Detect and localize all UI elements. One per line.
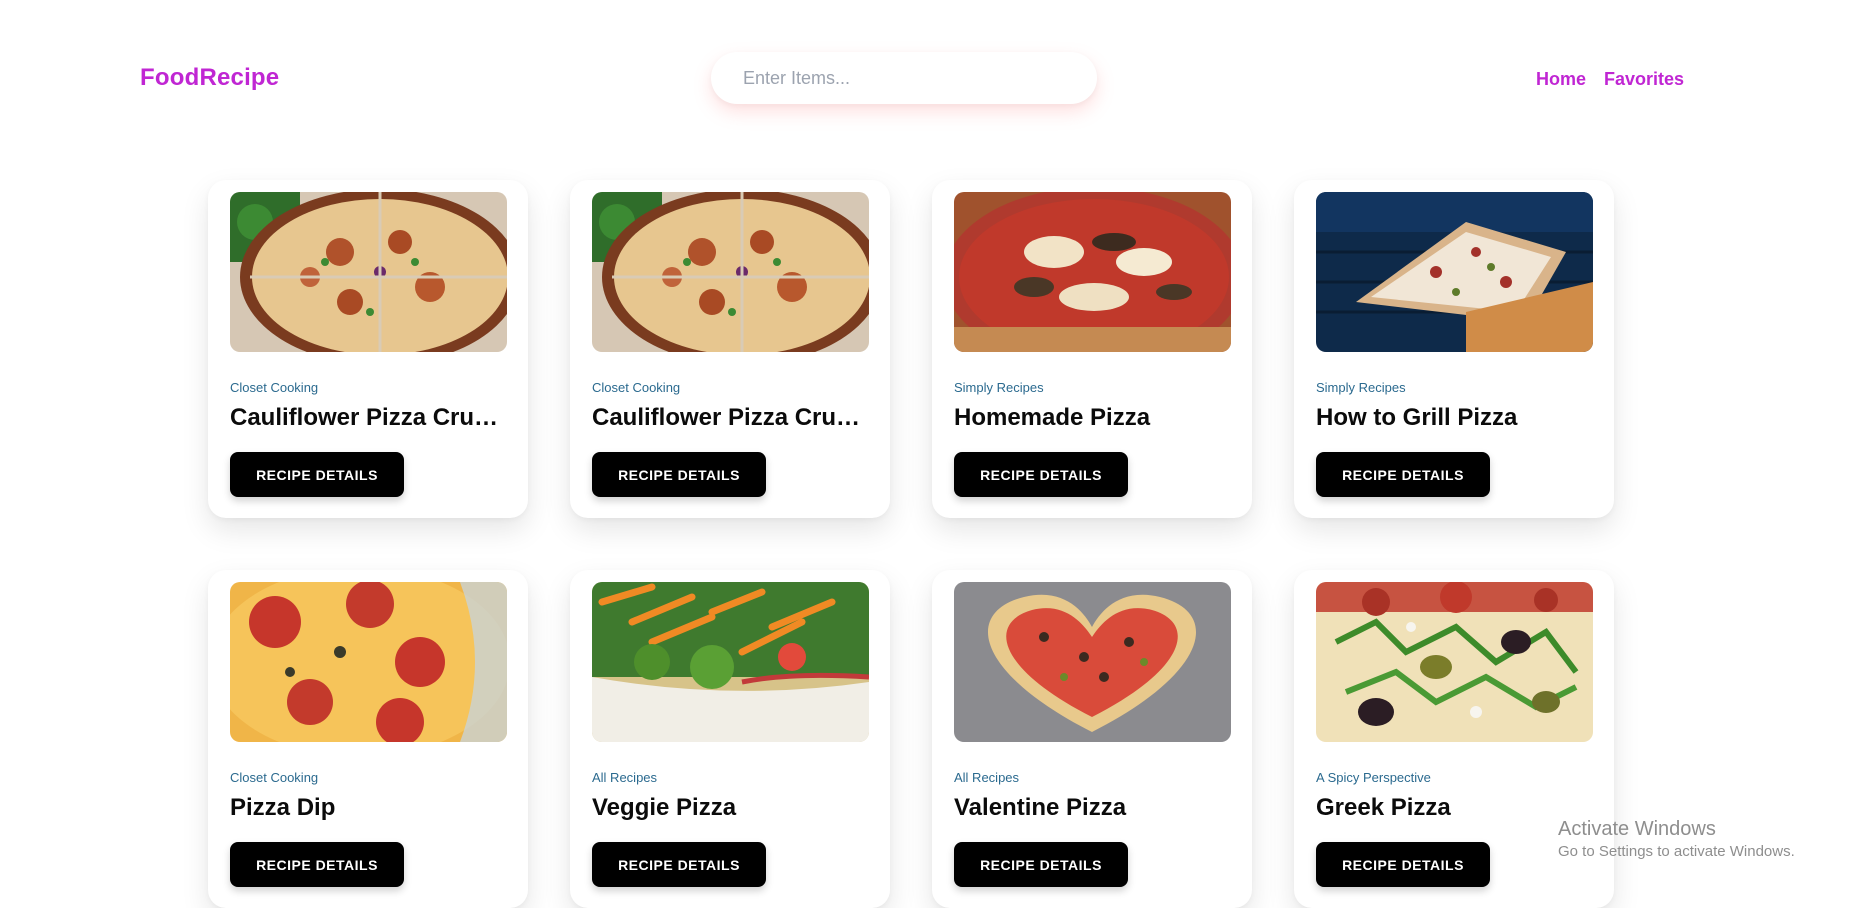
recipe-card: Closet Cooking Cauliflower Pizza Crust (… — [570, 180, 890, 518]
recipe-title: How to Grill Pizza — [1316, 404, 1518, 431]
bbq-chicken-cauliflower-pizza-icon — [230, 192, 507, 352]
pepperoni-pizza-dip-icon — [230, 582, 507, 742]
bbq-chicken-cauliflower-pizza-icon — [592, 192, 869, 352]
watermark-subtitle: Go to Settings to activate Windows. — [1558, 843, 1795, 860]
recipe-details-button[interactable]: RECIPE DETAILS — [230, 842, 404, 887]
recipe-card: Simply Recipes Homemade Pizza RECIPE DET… — [932, 180, 1252, 518]
recipe-image — [954, 582, 1231, 742]
recipe-image — [1316, 192, 1593, 352]
nav-home-link[interactable]: Home — [1536, 69, 1586, 89]
windows-activation-watermark: Activate Windows Go to Settings to activ… — [1558, 818, 1795, 860]
search-input[interactable] — [711, 52, 1097, 104]
recipe-details-button[interactable]: RECIPE DETAILS — [592, 842, 766, 887]
recipe-card: Simply Recipes How to Grill Pizza RECIPE… — [1294, 180, 1614, 518]
recipe-title: Cauliflower Pizza Crust (with BBQ Chicke… — [230, 404, 510, 431]
recipe-details-button[interactable]: RECIPE DETAILS — [1316, 842, 1490, 887]
recipe-details-button[interactable]: RECIPE DETAILS — [1316, 452, 1490, 497]
recipe-title: Valentine Pizza — [954, 794, 1127, 821]
recipe-image — [230, 582, 507, 742]
recipe-details-button[interactable]: RECIPE DETAILS — [592, 452, 766, 497]
recipe-card: All Recipes Veggie Pizza RECIPE DETAILS — [570, 570, 890, 908]
recipe-publisher: A Spicy Perspective — [1316, 770, 1431, 785]
recipe-details-button[interactable]: RECIPE DETAILS — [230, 452, 404, 497]
recipe-publisher: Closet Cooking — [592, 380, 681, 395]
recipe-image — [1316, 582, 1593, 742]
recipe-image — [592, 582, 869, 742]
brand-logo[interactable]: FoodRecipe — [140, 64, 279, 92]
veggie-pizza-icon — [592, 582, 869, 742]
greek-pizza-icon — [1316, 582, 1593, 742]
top-nav-bar: FoodRecipe Home Favorites — [0, 0, 1851, 150]
nav-links: Home Favorites — [1536, 69, 1702, 90]
watermark-title: Activate Windows — [1558, 818, 1716, 840]
recipe-details-button[interactable]: RECIPE DETAILS — [954, 452, 1128, 497]
recipe-details-button[interactable]: RECIPE DETAILS — [954, 842, 1128, 887]
recipe-publisher: Closet Cooking — [230, 770, 319, 785]
recipe-title: Pizza Dip — [230, 794, 336, 821]
grilled-pizza-icon — [1316, 192, 1593, 352]
recipe-title: Veggie Pizza — [592, 794, 737, 821]
nav-favorites-link[interactable]: Favorites — [1604, 69, 1684, 89]
valentine-pizza-icon — [954, 582, 1231, 742]
recipe-card: Closet Cooking Cauliflower Pizza Crust (… — [208, 180, 528, 518]
recipe-publisher: All Recipes — [592, 770, 658, 785]
recipe-publisher: All Recipes — [954, 770, 1020, 785]
recipe-image — [592, 192, 869, 352]
recipe-publisher: Closet Cooking — [230, 380, 319, 395]
recipe-image — [230, 192, 507, 352]
recipe-publisher: Simply Recipes — [954, 380, 1044, 395]
search-box — [711, 52, 1097, 104]
recipe-card: Closet Cooking Pizza Dip RECIPE DETAILS — [208, 570, 528, 908]
recipe-publisher: Simply Recipes — [1316, 380, 1406, 395]
homemade-pizza-icon — [954, 192, 1231, 352]
recipe-card: All Recipes Valentine Pizza RECIPE DETAI… — [932, 570, 1252, 908]
recipe-title: Cauliflower Pizza Crust (with BBQ Chicke… — [592, 404, 872, 431]
recipe-title: Greek Pizza — [1316, 794, 1451, 821]
recipe-title: Homemade Pizza — [954, 404, 1151, 431]
recipe-image — [954, 192, 1231, 352]
